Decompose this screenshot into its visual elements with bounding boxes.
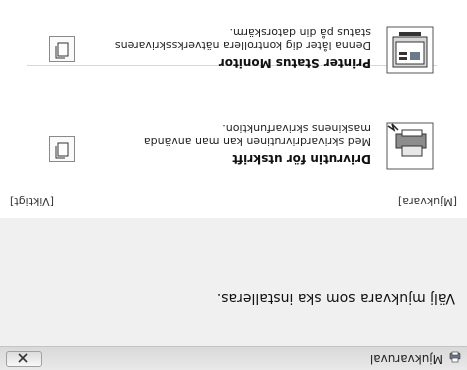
close-icon bbox=[18, 353, 28, 363]
title-bar: Mjukvaruval bbox=[0, 346, 467, 370]
content-panel: Välj mjukvara som ska installeras. [Mjuk… bbox=[0, 0, 467, 346]
status-monitor-description: Denna låter dig kontrollera nätverksskri… bbox=[114, 26, 371, 52]
status-monitor-document-button[interactable] bbox=[49, 36, 75, 62]
software-list: [Mjukvara] [Viktigt] Drivrutin för utskr bbox=[0, 0, 467, 218]
document-icon bbox=[55, 42, 69, 59]
driver-description: Med skrivardrivrutinen kan man använda m… bbox=[143, 122, 371, 148]
driver-document-button[interactable] bbox=[49, 136, 75, 162]
important-link[interactable]: [Viktigt] bbox=[10, 195, 54, 208]
document-icon bbox=[55, 142, 69, 159]
close-button[interactable] bbox=[6, 351, 42, 367]
printer-driver-icon[interactable] bbox=[386, 122, 434, 170]
status-monitor-title: Printer Status Monitor bbox=[218, 56, 371, 70]
stage: Mjukvaruval Välj mjukvara som ska instal… bbox=[0, 0, 467, 370]
status-monitor-icon[interactable] bbox=[386, 26, 434, 74]
software-section-label: [Mjukvara] bbox=[398, 195, 457, 208]
printer-app-icon bbox=[448, 351, 462, 365]
page-heading: Välj mjukvara som ska installeras. bbox=[216, 290, 455, 306]
driver-title: Drivrutin för utskrift bbox=[232, 152, 371, 166]
driver-option[interactable]: Drivrutin för utskrift Med skrivardrivru… bbox=[0, 72, 467, 182]
window-title: Mjukvaruval bbox=[369, 352, 443, 366]
installer-window: Mjukvaruval Välj mjukvara som ska instal… bbox=[0, 0, 467, 370]
status-monitor-option[interactable]: Printer Status Monitor Denna låter dig k… bbox=[0, 0, 467, 88]
